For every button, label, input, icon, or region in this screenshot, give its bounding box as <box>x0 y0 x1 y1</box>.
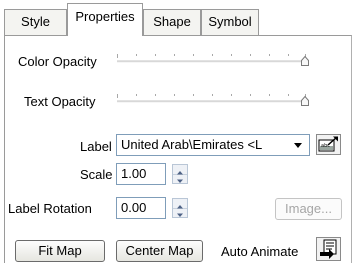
tab-shape-label: Shape <box>153 14 191 29</box>
tab-properties-label: Properties <box>75 9 135 24</box>
tab-shape[interactable]: Shape <box>143 9 201 35</box>
tab-style[interactable]: Style <box>4 9 67 35</box>
tab-symbol-label: Symbol <box>208 14 252 29</box>
tab-style-label: Style <box>21 14 50 29</box>
tab-symbol[interactable]: Symbol <box>201 9 259 35</box>
properties-panel <box>4 35 352 263</box>
tab-properties[interactable]: Properties <box>67 3 143 36</box>
